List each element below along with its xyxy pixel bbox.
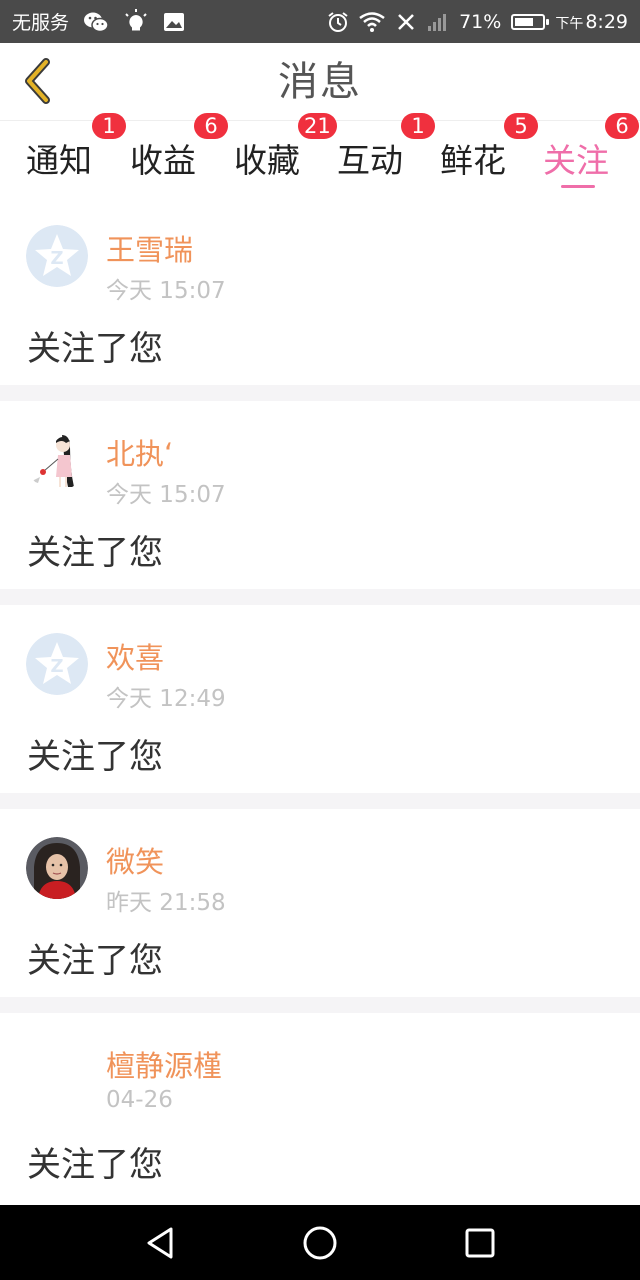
- list-item[interactable]: 微笑 昨天 21:58 关注了您: [0, 809, 640, 997]
- alarm-icon: [327, 11, 349, 33]
- battery-icon: [511, 13, 550, 30]
- tab-follows[interactable]: 关注 6: [543, 113, 640, 197]
- tab-favorites[interactable]: 收藏 21: [234, 113, 337, 197]
- tab-flowers[interactable]: 鲜花 5: [440, 113, 540, 197]
- tab-notifications[interactable]: 通知 1: [26, 113, 126, 197]
- nav-home-icon[interactable]: [300, 1223, 340, 1263]
- clock-period: 下午: [555, 15, 584, 32]
- battery-fill: [515, 17, 534, 26]
- tab-label: 收藏: [234, 141, 300, 180]
- tab-badge: 1: [401, 113, 435, 139]
- active-tab-indicator: [561, 185, 595, 188]
- list-item[interactable]: 檀静源槿 04-26 关注了您: [0, 1013, 640, 1209]
- image-icon: [163, 12, 185, 32]
- list-item[interactable]: Z 欢喜 今天 12:49 关注了您: [0, 605, 640, 793]
- back-button[interactable]: [12, 53, 62, 109]
- tab-interactions[interactable]: 互动 1: [337, 113, 437, 197]
- wechat-icon: [83, 11, 109, 33]
- wifi-icon: [359, 11, 385, 32]
- tab-badge: 6: [194, 113, 228, 139]
- battery-percent: 71%: [459, 10, 502, 33]
- message-time: 04-26: [106, 1087, 173, 1113]
- clock: 下午 8:29: [555, 11, 628, 33]
- no-signal-icon: [395, 11, 417, 33]
- user-name[interactable]: 王雪瑞: [106, 227, 193, 269]
- message-content: 关注了您: [27, 941, 163, 981]
- signal-icon: [427, 12, 449, 32]
- tab-label: 收益: [130, 141, 196, 180]
- message-list: Z 王雪瑞 今天 15:07 关注了您 北执‘ 今天 15:07 关注了您 Z …: [0, 197, 640, 1209]
- svg-text:Z: Z: [50, 656, 63, 677]
- user-name[interactable]: 檀静源槿: [106, 1043, 222, 1085]
- photo-avatar[interactable]: [26, 837, 88, 899]
- user-name[interactable]: 北执‘: [106, 431, 173, 473]
- message-time: 今天 12:49: [106, 686, 226, 712]
- tab-badge: 6: [605, 113, 639, 139]
- tab-badge: 21: [298, 113, 337, 139]
- message-time: 今天 15:07: [106, 278, 226, 304]
- illustration-avatar[interactable]: [26, 429, 88, 491]
- message-content: 关注了您: [27, 329, 163, 369]
- list-item[interactable]: 北执‘ 今天 15:07 关注了您: [0, 401, 640, 589]
- tab-label: 关注: [543, 141, 609, 180]
- tab-label: 互动: [337, 141, 403, 180]
- bulb-icon: [123, 8, 149, 35]
- svg-text:Z: Z: [50, 248, 63, 269]
- default-avatar-icon[interactable]: Z: [26, 633, 88, 695]
- user-name[interactable]: 微笑: [106, 839, 164, 881]
- clock-time: 8:29: [585, 10, 628, 33]
- nav-recent-icon[interactable]: [460, 1223, 500, 1263]
- nav-back-icon[interactable]: [140, 1223, 180, 1263]
- page-title: 消息: [278, 59, 362, 105]
- message-content: 关注了您: [27, 533, 163, 573]
- message-content: 关注了您: [27, 1145, 163, 1185]
- chevron-left-icon: [25, 58, 50, 104]
- tab-badge: 5: [504, 113, 538, 139]
- default-avatar-icon[interactable]: Z: [26, 225, 88, 287]
- message-time: 昨天 21:58: [106, 890, 226, 916]
- blank-avatar[interactable]: [26, 1041, 88, 1103]
- tab-label: 通知: [26, 141, 92, 180]
- tab-bar: 通知 1 收益 6 收藏 21 互动 1 鲜花 5 关注 6: [0, 113, 640, 197]
- list-item[interactable]: Z 王雪瑞 今天 15:07 关注了您: [0, 197, 640, 385]
- tab-badge: 1: [92, 113, 126, 139]
- status-bar: 无服务 71% 下午 8:29: [0, 0, 640, 43]
- header: 消息: [0, 43, 640, 121]
- user-name[interactable]: 欢喜: [106, 635, 164, 677]
- tab-label: 鲜花: [440, 141, 506, 180]
- message-content: 关注了您: [27, 737, 163, 777]
- carrier-text: 无服务: [12, 12, 70, 34]
- tab-earnings[interactable]: 收益 6: [130, 113, 230, 197]
- system-nav-bar: [0, 1205, 640, 1280]
- message-time: 今天 15:07: [106, 482, 226, 508]
